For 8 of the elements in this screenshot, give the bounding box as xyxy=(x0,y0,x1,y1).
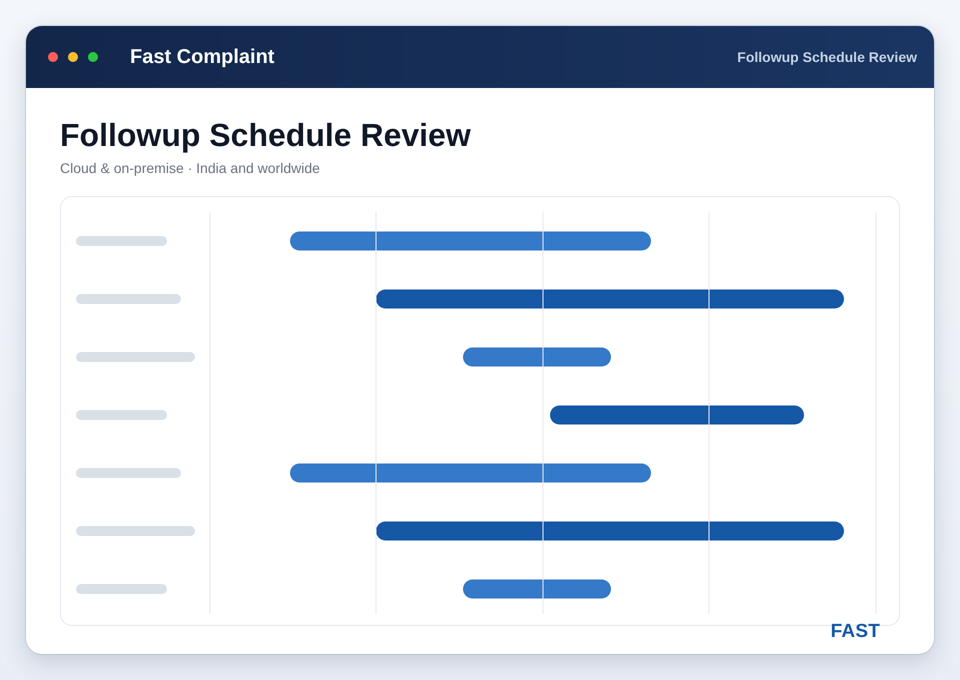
close-dot-icon[interactable] xyxy=(48,52,58,62)
page-subtitle: Cloud & on-premise · India and worldwide xyxy=(60,160,321,177)
brand-logo: FAST xyxy=(830,622,880,642)
app-name: Fast Complaint xyxy=(130,46,274,68)
maximize-dot-icon[interactable] xyxy=(88,52,98,62)
page-name: Followup Schedule Review xyxy=(737,49,917,65)
minimize-dot-icon[interactable] xyxy=(68,52,78,62)
page-title: Followup Schedule Review xyxy=(60,116,472,154)
